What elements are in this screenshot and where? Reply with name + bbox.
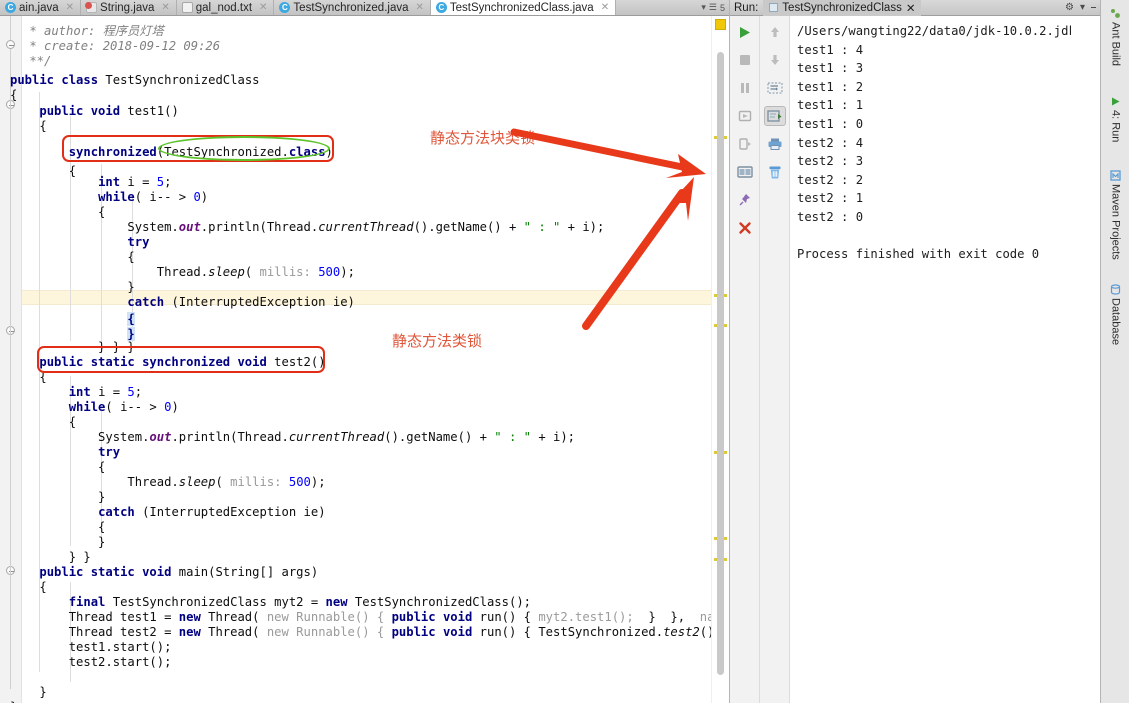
console-line: test1 : 0 bbox=[797, 116, 864, 131]
run-config-name: TestSynchronizedClass bbox=[782, 1, 902, 14]
sidebar-item-label: 4: Run bbox=[1109, 110, 1122, 143]
maven-icon bbox=[1110, 170, 1121, 181]
editor-tab-testsynchronizedclass[interactable]: C TestSynchronizedClass.java ✕ bbox=[430, 0, 617, 15]
console-output[interactable]: /Users/wangting22/data0/jdk-10.0.2.jdk/C… bbox=[791, 16, 1071, 703]
print-button[interactable] bbox=[764, 134, 786, 154]
sidebar-item-label: Database bbox=[1109, 298, 1122, 346]
run-toolbar[interactable] bbox=[730, 16, 790, 703]
code-line-create: * create: 2018-09-12 09:26 bbox=[22, 39, 221, 53]
tab-label: TestSynchronized.java bbox=[293, 1, 409, 14]
highlight-ellipse-class-literal bbox=[158, 136, 330, 161]
inspection-status-icon[interactable] bbox=[715, 19, 726, 30]
list-icon[interactable]: ☰ bbox=[709, 2, 717, 13]
split-icon[interactable]: 5 bbox=[720, 3, 725, 13]
console-line: test1 : 1 bbox=[797, 98, 864, 113]
java-file-icon: C bbox=[435, 2, 447, 13]
close-icon[interactable]: ✕ bbox=[259, 2, 267, 13]
console-line: test2 : 4 bbox=[797, 135, 864, 150]
chevron-down-icon[interactable]: ▾ bbox=[701, 2, 706, 13]
pause-button[interactable] bbox=[734, 78, 756, 98]
ide-window: C ain.java ✕ String.java ✕ gal_nod.txt ✕… bbox=[0, 0, 1129, 703]
tab-label: String.java bbox=[100, 1, 155, 14]
scroll-down-button[interactable] bbox=[764, 50, 786, 70]
close-icon[interactable]: ✕ bbox=[906, 1, 916, 15]
run-header-actions[interactable]: ⚙ ▾ ⎯ bbox=[1065, 2, 1096, 13]
console-line: test2 : 2 bbox=[797, 172, 864, 187]
show-console-button[interactable] bbox=[734, 162, 756, 182]
console-line: test2 : 1 bbox=[797, 191, 864, 206]
code-line-author: * author: 程序员灯塔 bbox=[22, 24, 164, 38]
sidebar-item-label: Ant Build bbox=[1109, 22, 1122, 67]
text-file-icon bbox=[181, 2, 193, 13]
gear-icon[interactable]: ⚙ bbox=[1065, 2, 1074, 13]
trash-button[interactable] bbox=[764, 162, 786, 182]
run-tool-window: Run: TestSynchronizedClass ✕ ⚙ ▾ ⎯ /User… bbox=[729, 0, 1100, 703]
java-file-error-icon bbox=[85, 2, 98, 13]
right-tool-window-bar[interactable]: Ant Build 4: Run Maven Projects Database bbox=[1100, 0, 1129, 703]
minimize-icon[interactable]: ⎯ bbox=[1091, 2, 1096, 13]
database-icon bbox=[1110, 284, 1121, 295]
scroll-up-button[interactable] bbox=[764, 22, 786, 42]
run-toolbar-col-2 bbox=[759, 16, 789, 703]
java-file-icon: C bbox=[279, 2, 291, 13]
run-tool-window-header: Run: TestSynchronizedClass ✕ ⚙ ▾ ⎯ bbox=[730, 0, 1100, 16]
sidebar-item-label: Maven Projects bbox=[1109, 184, 1122, 260]
close-icon[interactable]: ✕ bbox=[415, 2, 423, 13]
scroll-to-end-button[interactable] bbox=[763, 106, 786, 126]
editor-tab-bar[interactable]: C ain.java ✕ String.java ✕ gal_nod.txt ✕… bbox=[0, 0, 729, 16]
pin-button[interactable] bbox=[734, 190, 756, 210]
java-file-icon: C bbox=[5, 2, 16, 13]
console-line: test2 : 0 bbox=[797, 209, 864, 224]
annotation-arrow-upper bbox=[510, 128, 706, 178]
code-editor[interactable]: * author: 程序员灯塔 * create: 2018-09-12 09:… bbox=[0, 16, 729, 703]
code-line-comment-end: **/ bbox=[22, 54, 52, 68]
console-line-exit: Process finished with exit code 0 bbox=[797, 247, 1040, 262]
console-line: test2 : 3 bbox=[797, 154, 864, 169]
close-icon[interactable]: ✕ bbox=[161, 2, 169, 13]
editor-tab-galnod[interactable]: gal_nod.txt ✕ bbox=[177, 0, 275, 15]
tab-bar-actions[interactable]: ▾ ☰ 5 bbox=[701, 2, 729, 13]
run-triangle-icon bbox=[1112, 97, 1120, 106]
run-config-icon bbox=[769, 3, 779, 12]
tab-label: gal_nod.txt bbox=[195, 1, 253, 14]
run-button[interactable] bbox=[734, 22, 756, 42]
close-icon[interactable]: ✕ bbox=[66, 2, 74, 13]
editor-scrollbar-thumb[interactable] bbox=[717, 52, 724, 675]
editor-tab-main[interactable]: C ain.java ✕ bbox=[0, 0, 82, 15]
annotation-arrow-lower bbox=[582, 177, 694, 330]
run-config-tab[interactable]: TestSynchronizedClass ✕ bbox=[763, 0, 922, 16]
ant-icon bbox=[1111, 9, 1120, 18]
stop-button[interactable] bbox=[734, 50, 756, 70]
sidebar-item-run[interactable]: 4: Run bbox=[1101, 92, 1129, 146]
soft-wrap-button[interactable] bbox=[764, 78, 786, 98]
close-button[interactable] bbox=[734, 218, 756, 238]
editor-tab-testsynchronized[interactable]: C TestSynchronized.java ✕ bbox=[274, 0, 431, 15]
annotation-static-method-class-lock: 静态方法类锁 bbox=[392, 332, 483, 350]
run-toolbar-col-1 bbox=[730, 16, 759, 703]
rerun-button[interactable] bbox=[734, 106, 756, 126]
console-line: test1 : 4 bbox=[797, 42, 864, 57]
console-line-blank bbox=[797, 229, 804, 243]
chevron-down-icon[interactable]: ▾ bbox=[1080, 2, 1085, 13]
sidebar-item-database[interactable]: Database bbox=[1101, 280, 1129, 349]
run-label: Run: bbox=[734, 1, 759, 14]
sidebar-item-ant-build[interactable]: Ant Build bbox=[1101, 4, 1129, 70]
highlight-box-static-synchronized-method bbox=[37, 346, 325, 373]
close-icon[interactable]: ✕ bbox=[601, 2, 609, 13]
tab-label: TestSynchronizedClass.java bbox=[449, 1, 594, 14]
tab-label: ain.java bbox=[19, 1, 59, 14]
editor-tab-string[interactable]: String.java ✕ bbox=[81, 0, 177, 15]
console-line: test1 : 2 bbox=[797, 79, 864, 94]
annotation-static-block-class-lock: 静态方法块类锁 bbox=[430, 129, 536, 147]
thread-dump-button[interactable] bbox=[734, 134, 756, 154]
console-line: test1 : 3 bbox=[797, 61, 864, 76]
console-line-path: /Users/wangting22/data0/jdk-10.0.2.jdk/C… bbox=[797, 24, 1071, 38]
sidebar-item-maven-projects[interactable]: Maven Projects bbox=[1101, 166, 1129, 264]
